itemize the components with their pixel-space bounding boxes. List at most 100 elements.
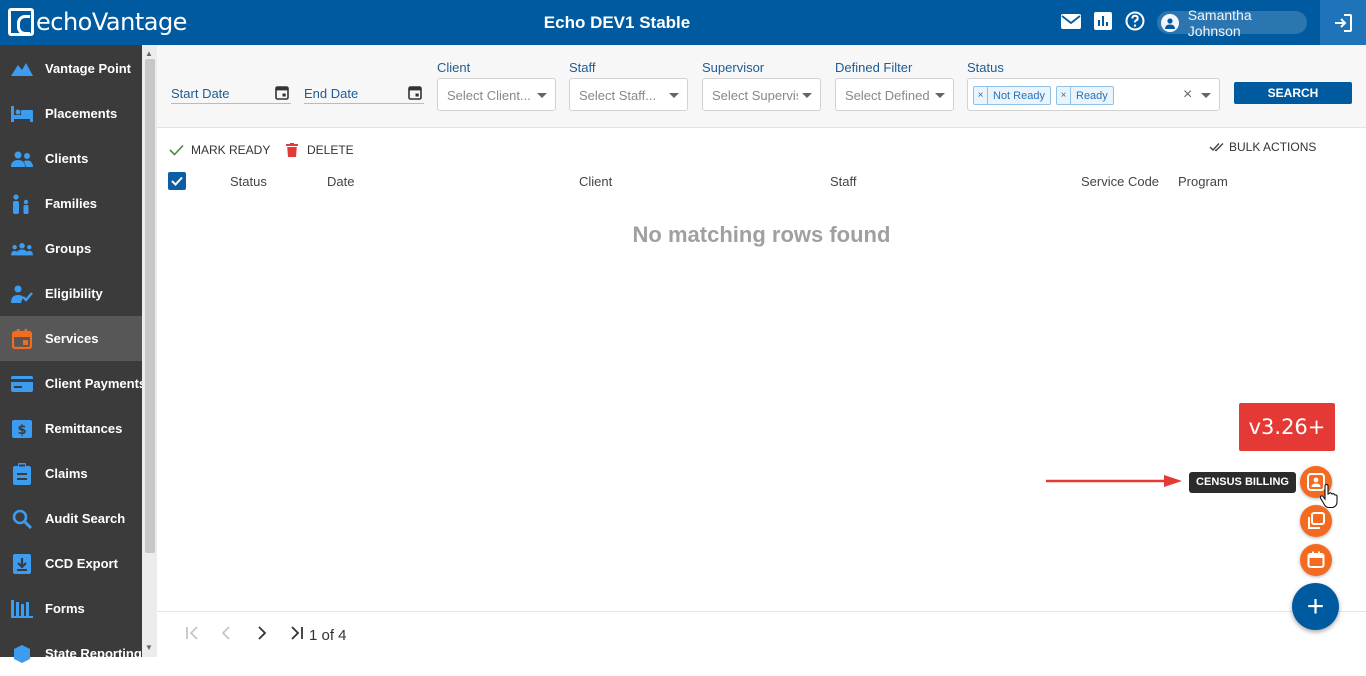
- mark-ready-label: MARK READY: [191, 143, 271, 157]
- mail-icon[interactable]: [1060, 10, 1082, 32]
- sidebar-item-label: Forms: [45, 601, 85, 616]
- user-icon: [1161, 13, 1179, 32]
- reports-icon[interactable]: [1092, 10, 1114, 32]
- user-name: Samantha Johnson: [1187, 6, 1252, 39]
- sidebar-item-label: Audit Search: [45, 511, 126, 526]
- copy-services-button[interactable]: [1300, 505, 1332, 537]
- sidebar-item-label: Groups: [45, 241, 92, 256]
- next-page-icon[interactable]: [257, 626, 267, 645]
- sidebar-item-ccd-export[interactable]: CCD Export: [0, 541, 142, 586]
- staff-select-placeholder: Select Staff...: [579, 88, 657, 103]
- sidebar-item-claims[interactable]: Claims: [0, 451, 142, 496]
- defined-filter-select[interactable]: Select Defined ...: [835, 78, 954, 111]
- add-button[interactable]: +: [1292, 583, 1339, 630]
- calendar-icon[interactable]: [408, 85, 422, 105]
- copy-icon: [1308, 512, 1325, 529]
- end-date-field[interactable]: End Date: [304, 79, 424, 104]
- column-header-client[interactable]: Client: [579, 174, 612, 189]
- sidebar-item-state-reporting[interactable]: State Reporting: [0, 631, 142, 676]
- column-header-status[interactable]: Status: [230, 174, 267, 189]
- remove-tag-icon[interactable]: ×: [974, 87, 988, 104]
- last-page-icon[interactable]: [290, 626, 304, 645]
- column-header-program[interactable]: Program: [1178, 174, 1228, 189]
- version-badge: v3.26+: [1239, 403, 1335, 451]
- client-select[interactable]: Select Client...: [437, 78, 556, 111]
- supervisor-select[interactable]: Select Supervis...: [702, 78, 821, 111]
- status-tag-label: Not Ready: [993, 89, 1045, 102]
- scroll-up-icon[interactable]: ▲: [145, 49, 153, 58]
- sidebar-item-audit-search[interactable]: Audit Search: [0, 496, 142, 541]
- delete-button[interactable]: DELETE: [286, 143, 354, 157]
- help-icon[interactable]: [1124, 10, 1146, 32]
- schedule-button[interactable]: [1300, 544, 1332, 576]
- defined-filter-placeholder: Select Defined ...: [845, 88, 931, 103]
- sidebar-item-label: CCD Export: [45, 556, 118, 571]
- sidebar-item-vantage-point[interactable]: Vantage Point: [0, 46, 142, 91]
- column-header-date[interactable]: Date: [327, 174, 354, 189]
- supervisor-select-placeholder: Select Supervis...: [712, 88, 798, 103]
- trash-icon: [286, 143, 298, 157]
- column-header-staff[interactable]: Staff: [830, 174, 857, 189]
- double-check-icon: [1209, 143, 1224, 152]
- svg-text:$: $: [17, 423, 26, 438]
- search-button[interactable]: SEARCH: [1234, 82, 1352, 104]
- chevron-down-icon: [935, 93, 945, 98]
- column-header-service-code[interactable]: Service Code: [1081, 174, 1159, 189]
- sidebar-item-forms[interactable]: Forms: [0, 586, 142, 631]
- sidebar-item-placements[interactable]: Placements: [0, 91, 142, 136]
- hand-cursor-icon: [1319, 484, 1338, 508]
- sidebar-item-services[interactable]: Services: [0, 316, 142, 361]
- annotation-arrow-icon: [1046, 475, 1182, 487]
- sidebar-item-remittances[interactable]: $ Remittances: [0, 406, 142, 451]
- scroll-down-icon[interactable]: ▼: [145, 643, 153, 652]
- start-date-label: Start Date: [171, 86, 230, 101]
- scrollbar-thumb[interactable]: [145, 59, 155, 553]
- sidebar-item-label: Client Payments: [45, 376, 147, 391]
- sidebar-item-families[interactable]: Families: [0, 181, 142, 226]
- previous-page-icon[interactable]: [221, 626, 231, 645]
- logout-icon: [1335, 13, 1352, 32]
- start-date-field[interactable]: Start Date: [171, 79, 291, 104]
- first-page-icon[interactable]: [185, 626, 199, 645]
- app-title: Echo DEV1 Stable: [543, 13, 691, 32]
- staff-select[interactable]: Select Staff...: [569, 78, 688, 111]
- remove-tag-icon[interactable]: ×: [1057, 87, 1071, 104]
- plus-icon: +: [1306, 589, 1325, 623]
- select-all-checkbox[interactable]: [168, 172, 186, 190]
- clear-status-icon[interactable]: ×: [1183, 86, 1192, 104]
- sidebar-item-clients[interactable]: Clients: [0, 136, 142, 181]
- sidebar-item-groups[interactable]: Groups: [0, 226, 142, 271]
- user-menu[interactable]: Samantha Johnson: [1157, 7, 1307, 39]
- family-icon: [11, 193, 33, 215]
- sidebar-item-label: Placements: [45, 106, 118, 121]
- mark-ready-button[interactable]: MARK READY: [169, 143, 270, 157]
- chevron-down-icon[interactable]: [1201, 93, 1211, 98]
- sidebar-item-label: Eligibility: [45, 286, 103, 301]
- sidebar-scrollbar[interactable]: ▲ ▼: [142, 45, 157, 657]
- status-tag-ready[interactable]: × Ready: [1056, 86, 1114, 105]
- status-multiselect[interactable]: × Not Ready × Ready ×: [967, 78, 1220, 111]
- sidebar-item-eligibility[interactable]: Eligibility: [0, 271, 142, 316]
- sidebar: Vantage Point Placements Clients Familie…: [0, 45, 157, 663]
- staff-filter-label: Staff: [569, 60, 596, 75]
- calendar-icon[interactable]: [275, 85, 289, 105]
- sidebar-item-label: Remittances: [45, 421, 123, 436]
- sidebar-item-label: Claims: [45, 466, 88, 481]
- people-icon: [11, 148, 33, 170]
- sidebar-item-label: Clients: [45, 151, 89, 166]
- remittance-icon: $: [11, 418, 33, 440]
- pager: 1 of 4: [157, 611, 1366, 657]
- census-billing-tooltip: CENSUS BILLING: [1189, 472, 1296, 493]
- sidebar-item-client-payments[interactable]: Client Payments: [0, 361, 146, 406]
- end-date-label: End Date: [304, 86, 359, 101]
- status-tag-not-ready[interactable]: × Not Ready: [973, 86, 1051, 105]
- page-indicator: 1 of 4: [309, 627, 347, 644]
- chevron-down-icon: [537, 93, 547, 98]
- delete-label: DELETE: [307, 143, 354, 157]
- status-tag-label: Ready: [1076, 89, 1108, 102]
- logout-button[interactable]: [1320, 0, 1366, 45]
- chevron-down-icon: [802, 93, 812, 98]
- client-select-placeholder: Select Client...: [447, 88, 531, 103]
- defined-filter-label: Defined Filter: [835, 60, 913, 75]
- bulk-actions-button[interactable]: BULK ACTIONS: [1209, 140, 1316, 154]
